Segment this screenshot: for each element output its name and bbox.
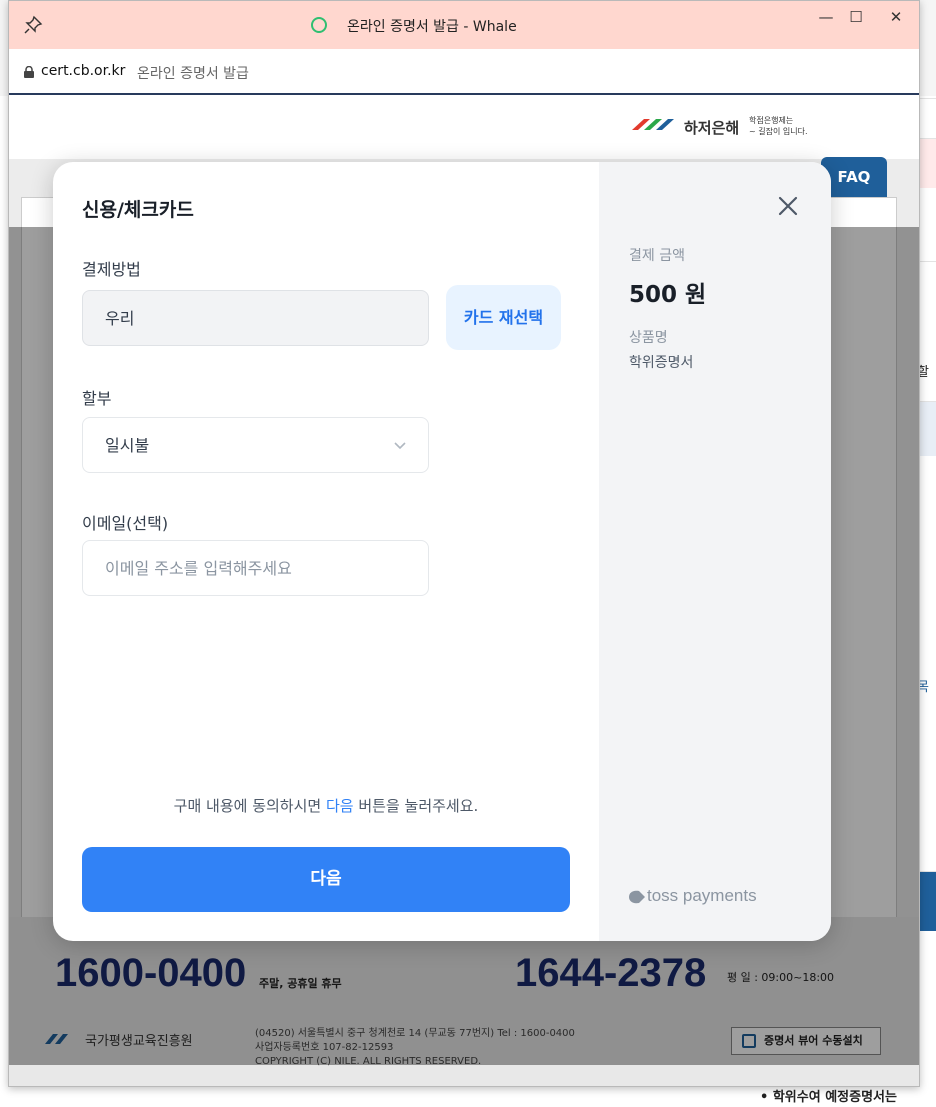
method-field: 우리 (82, 290, 429, 346)
popup-window: 온라인 증명서 발급 - Whale — ☐ ✕ cert.cb.or.kr 온… (8, 0, 920, 1087)
amount-label: 결제 금액 (629, 248, 685, 264)
close-window-button[interactable]: ✕ (881, 5, 911, 29)
toss-logo-icon (629, 890, 645, 904)
toss-brand-text: toss payments (647, 886, 757, 905)
installment-select[interactable]: 일시불 (82, 417, 429, 473)
address-host: cert.cb.or.kr (41, 63, 126, 79)
minimize-button[interactable]: — (811, 5, 841, 29)
amount-value: 500 원 (629, 282, 707, 308)
method-label: 결제방법 (82, 260, 141, 279)
modal-title: 신용/체크카드 (82, 199, 194, 221)
product-value: 학위증명서 (629, 355, 694, 371)
address-page-title: 온라인 증명서 발급 (137, 66, 249, 82)
email-input[interactable] (105, 541, 405, 596)
payment-form: 신용/체크카드 결제방법 우리 카드 재선택 할부 일시불 이메일(선택) 구매… (53, 162, 599, 941)
product-label: 상품명 (629, 330, 668, 346)
window-titlebar: 온라인 증명서 발급 - Whale — ☐ ✕ (9, 1, 919, 49)
bank-tagline: 학점은행제는 ~ 길잡이 입니다. (749, 116, 808, 136)
email-field[interactable] (82, 540, 429, 596)
payment-summary: 결제 금액 500 원 상품명 학위증명서 toss payments (599, 162, 831, 941)
consent-text-highlight: 다음 (325, 797, 354, 815)
email-label: 이메일(선택) (82, 514, 169, 533)
address-bar[interactable]: cert.cb.or.kr 온라인 증명서 발급 (9, 49, 919, 95)
site-header: 하저은해 학점은행제는 ~ 길잡이 입니다. (9, 97, 919, 159)
consent-text-after: 버튼을 눌러주세요. (353, 797, 479, 815)
bank-logo-icon (632, 119, 674, 130)
installment-value: 일시불 (105, 436, 150, 455)
consent-text-before: 구매 내용에 동의하시면 (173, 797, 326, 815)
card-reselect-button[interactable]: 카드 재선택 (446, 285, 561, 350)
window-title: 온라인 증명서 발급 - Whale (347, 19, 517, 35)
payment-modal: 신용/체크카드 결제방법 우리 카드 재선택 할부 일시불 이메일(선택) 구매… (53, 162, 831, 941)
consent-text: 구매 내용에 동의하시면 다음 버튼을 눌러주세요. (53, 795, 599, 816)
maximize-button[interactable]: ☐ (841, 5, 871, 29)
chevron-down-icon (394, 442, 406, 450)
bank-name: 하저은해 (684, 119, 740, 137)
next-button[interactable]: 다음 (82, 847, 570, 912)
pin-icon[interactable] (23, 15, 43, 35)
installment-label: 할부 (82, 389, 112, 408)
close-icon[interactable] (777, 195, 799, 217)
background-bullet-text: • 학위수여 예정증명서는 (760, 1090, 897, 1105)
lock-icon (24, 66, 34, 78)
loading-icon (311, 17, 327, 33)
